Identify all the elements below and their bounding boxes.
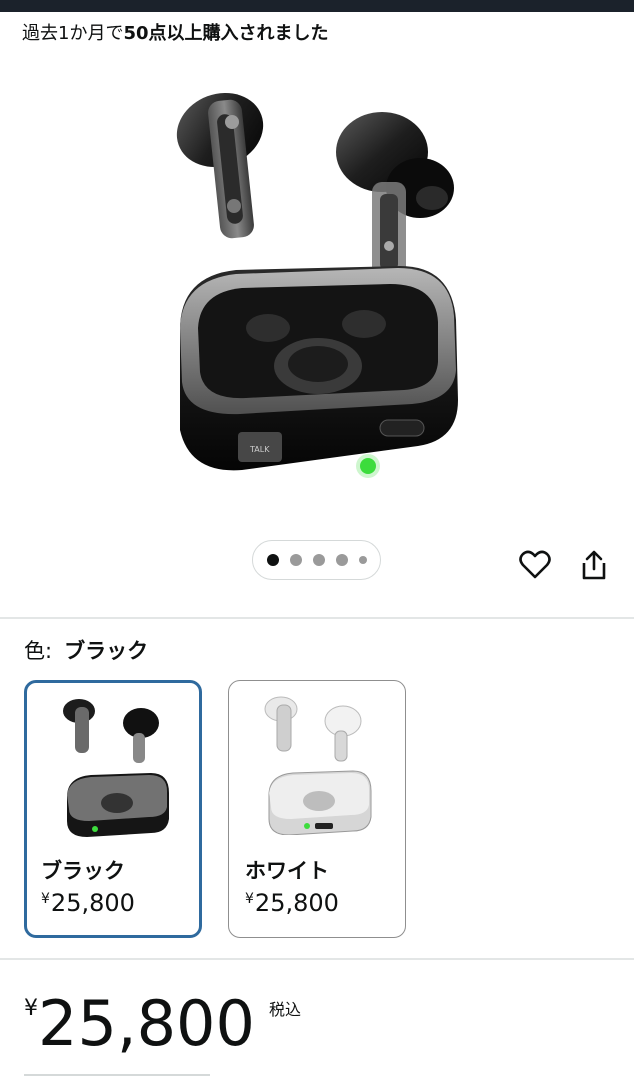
- favorite-button[interactable]: [515, 545, 555, 585]
- color-option-white[interactable]: ホワイト ¥25,800: [228, 680, 406, 938]
- left-earbud: [176, 92, 264, 239]
- pagination-dot-5[interactable]: [358, 556, 367, 564]
- tax-note: 税込: [268, 1000, 301, 1019]
- product-price: ¥25,800 税込: [24, 988, 301, 1060]
- right-earbud: [336, 112, 454, 278]
- price-amount: 25,800: [38, 987, 255, 1060]
- status-bar: [0, 0, 634, 12]
- heart-icon: [519, 550, 551, 579]
- color-label: 色:: [24, 639, 53, 663]
- svg-text:TALK: TALK: [249, 445, 270, 454]
- white-variant-thumbnail: [264, 696, 372, 835]
- black-variant-thumbnail: [63, 699, 169, 837]
- section-divider: [0, 958, 634, 960]
- share-button[interactable]: [574, 545, 614, 585]
- charging-case: TALK: [180, 266, 458, 478]
- earbuds-illustration: TALK: [176, 92, 458, 478]
- color-option-black[interactable]: ブラック ¥25,800: [24, 680, 202, 938]
- section-divider: [0, 617, 634, 619]
- partial-element-below: [24, 1074, 210, 1080]
- currency-symbol: ¥: [24, 996, 38, 1021]
- color-selector-label: 色: ブラック: [24, 636, 148, 666]
- image-pagination[interactable]: [252, 540, 381, 580]
- color-option-price: ¥25,800: [245, 889, 339, 917]
- purchase-prefix: 過去1か月で: [22, 23, 124, 44]
- pagination-dot-4[interactable]: [335, 554, 348, 566]
- purchase-highlight: 50点以上購入されました: [123, 23, 329, 44]
- pagination-dot-2[interactable]: [289, 554, 302, 566]
- color-option-name: ホワイト: [245, 859, 329, 883]
- pagination-dot-3[interactable]: [312, 554, 325, 566]
- purchase-count-note: 過去1か月で50点以上購入されました: [22, 20, 329, 48]
- color-option-price: ¥25,800: [41, 889, 135, 917]
- pagination-dot-1[interactable]: [266, 554, 279, 566]
- product-image[interactable]: TALK: [150, 70, 480, 510]
- selected-color: ブラック: [64, 639, 149, 663]
- share-icon: [582, 550, 606, 580]
- color-option-name: ブラック: [41, 859, 125, 883]
